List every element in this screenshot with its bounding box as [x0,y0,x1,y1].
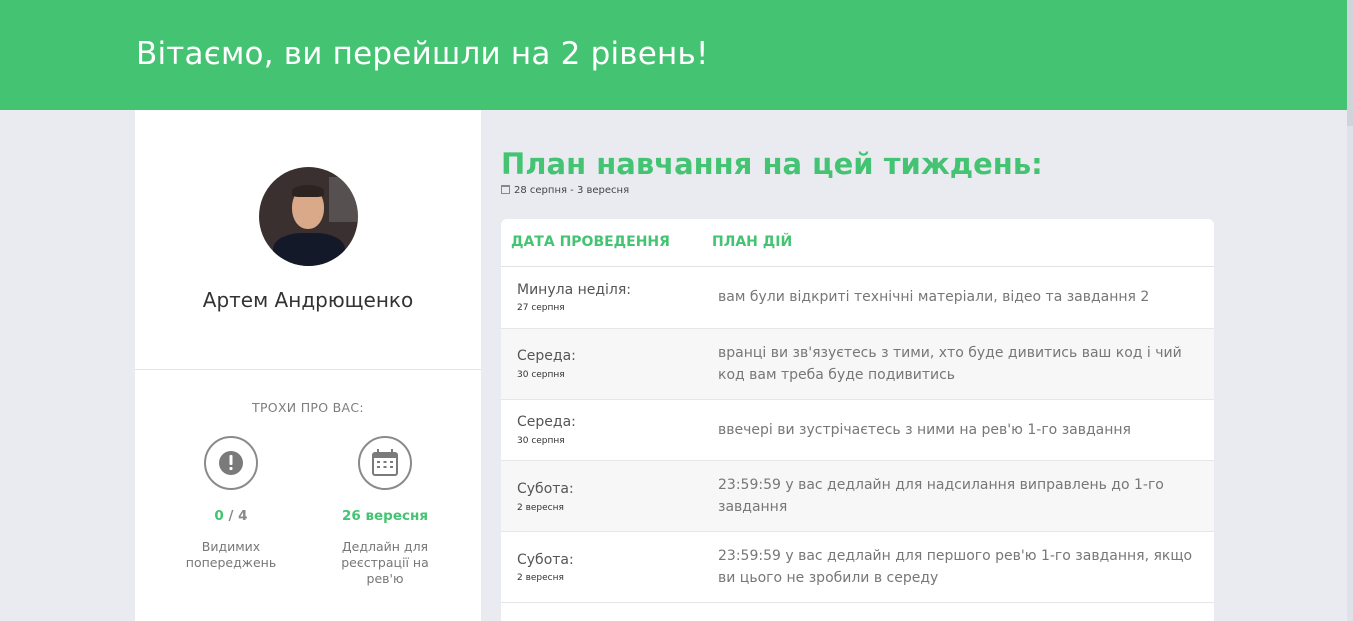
warnings-count: 0 / 4 [156,508,306,524]
plan-title: План навчання на цей тиждень: [501,147,1043,181]
row-day: Субота: [517,552,574,568]
row-date: 2 вересня [517,573,564,583]
row-day: Середа: [517,414,576,430]
table-row: Середа: 30 серпня вранці ви зв'язуєтесь … [501,329,1214,400]
row-text: вранці ви зв'язуєтесь з тими, хто буде д… [718,345,1182,383]
warnings-label: Видимих попереджень [185,539,277,570]
about-label: ТРОХИ ПРО ВАС: [252,400,364,415]
plan-date-range: 28 серпня - 3 вересня [501,185,629,196]
table-row: Субота: 2 вересня 23:59:59 у вас дедлайн… [501,532,1214,603]
scrollbar[interactable] [1347,0,1353,621]
row-day: Середа: [517,348,576,364]
column-header-plan: ПЛАН ДІЙ [712,234,793,250]
row-date: 30 серпня [517,370,565,380]
user-name: Артем Андрющенко [202,288,414,312]
profile-card: Артем Андрющенко ТРОХИ ПРО ВАС: 0 / 4 Ви… [135,110,481,621]
warnings-value: 0 [214,508,224,524]
warnings-stat: 0 / 4 Видимих попереджень [156,436,306,571]
avatar-hair [292,185,324,197]
row-day: Субота: [517,481,574,497]
avatar-shirt [273,233,345,266]
row-text: ввечері ви зустрічаєтесь з ними на рев'ю… [718,422,1131,438]
calendar-small-icon [501,185,510,194]
warnings-total: / 4 [223,508,248,524]
page-title: Вітаємо, ви перейшли на 2 рівень! [136,36,709,72]
table-row: Минула неділя: 27 серпня вам були відкри… [501,267,1214,329]
row-date: 2 вересня [517,503,564,513]
deadline-label: Дедлайн для реєстрації на рев'ю [341,539,429,586]
column-header-date: ДАТА ПРОВЕДЕННЯ [511,234,670,250]
row-date: 27 серпня [517,303,565,313]
page-header: Вітаємо, ви перейшли на 2 рівень! [0,0,1353,110]
row-day: Минула неділя: [517,282,632,298]
calendar-icon [358,436,412,490]
deadline-stat: 26 вересня Дедлайн для реєстрації на рев… [310,436,460,587]
avatar-background [329,177,358,222]
row-date: 30 серпня [517,436,565,446]
row-text: 23:59:59 у вас дедлайн для надсилання ви… [718,477,1164,515]
table-row: Субота: 2 вересня 23:59:59 у вас дедлайн… [501,461,1214,532]
plan-table: ДАТА ПРОВЕДЕННЯ ПЛАН ДІЙ Минула неділя: … [501,219,1214,621]
exclamation-icon [204,436,258,490]
row-text: 23:59:59 у вас дедлайн для першого рев'ю… [718,548,1193,586]
table-header: ДАТА ПРОВЕДЕННЯ ПЛАН ДІЙ [501,219,1214,267]
date-range-text: 28 серпня - 3 вересня [514,185,630,196]
deadline-value: 26 вересня [341,508,428,524]
scrollbar-thumb[interactable] [1347,0,1353,126]
row-text: вам були відкриті технічні матеріали, ві… [718,289,1150,305]
divider [135,369,481,370]
avatar [259,167,358,266]
table-row: Середа: 30 серпня ввечері ви зустрічаєте… [501,400,1214,461]
